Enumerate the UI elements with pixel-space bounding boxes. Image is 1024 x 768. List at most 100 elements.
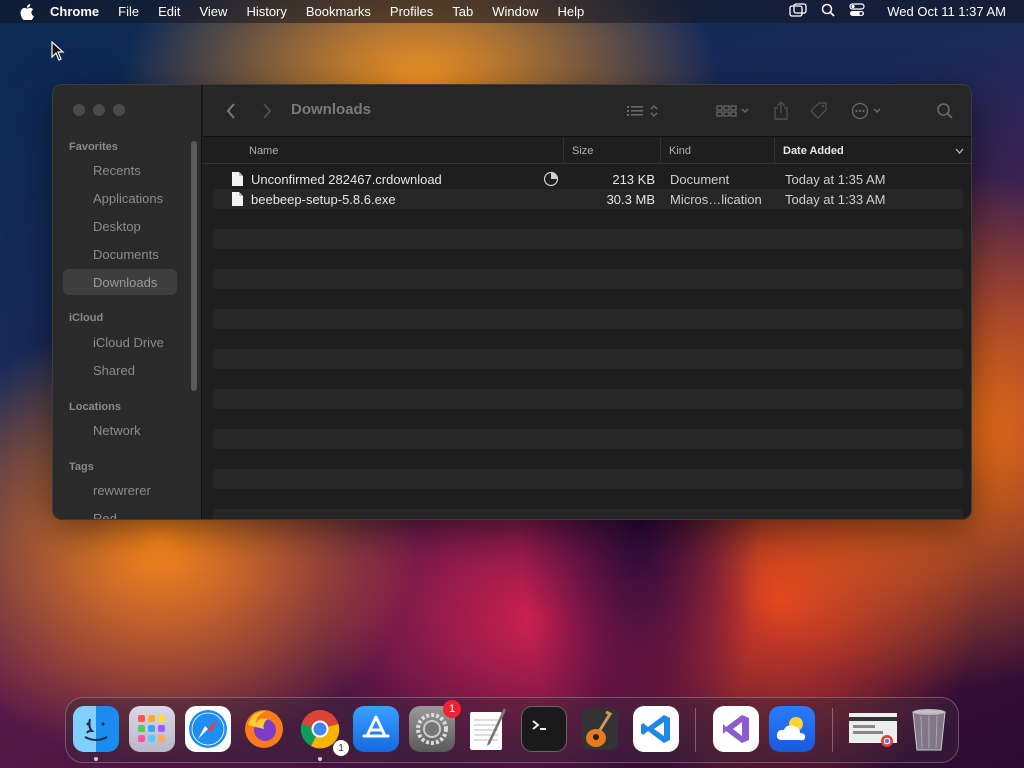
sidebar-item-recents[interactable]: Recents [63,157,177,183]
running-indicator [318,757,322,761]
document-icon [232,192,243,206]
menu-history[interactable]: History [246,4,286,19]
vscode-app-icon[interactable] [633,706,679,752]
grid-icon [716,105,749,117]
file-row[interactable]: Unconfirmed 282467.crdownload 213 KB Doc… [213,169,963,189]
window-title: Downloads [291,101,372,118]
menu-edit[interactable]: Edit [158,4,180,19]
chrome-downloads-stack-icon[interactable] [846,706,900,752]
column-header-name[interactable]: Name [241,138,561,164]
sidebar-item-network[interactable]: Network [63,417,177,443]
sidebar-item-icloud-drive[interactable]: iCloud Drive [63,329,177,355]
sidebar-section-tags: Tags [69,461,94,473]
file-kind: Micros…lication [670,191,762,207]
screen-mirroring-icon[interactable] [789,3,807,20]
garageband-app-icon[interactable] [577,706,623,752]
download-progress-icon [543,171,559,187]
chevron-right-icon [263,103,272,119]
file-size: 30.3 MB [606,191,655,207]
app-store-icon[interactable] [353,706,399,752]
firefox-app-icon[interactable] [241,706,287,752]
control-center-icon[interactable] [849,3,865,20]
dock-separator [695,708,696,752]
visual-studio-app-icon[interactable] [713,706,759,752]
notification-badge: 1 [443,700,461,718]
sidebar-item-applications[interactable]: Applications [63,185,177,211]
document-icon [232,172,243,186]
file-size: 213 KB [612,171,655,187]
sidebar-item-downloads[interactable]: Downloads [63,269,177,295]
file-name: Unconfirmed 282467.crdownload [251,171,442,187]
menu-tab[interactable]: Tab [452,4,473,19]
weather-app-icon[interactable] [769,706,815,752]
sidebar-item-shared[interactable]: Shared [63,357,177,383]
share-button[interactable] [770,99,792,123]
column-header-size[interactable]: Size [563,138,659,164]
column-header-date-added[interactable]: Date Added [774,138,971,164]
safari-app-icon[interactable] [185,706,231,752]
file-date-added: Today at 1:33 AM [785,191,886,207]
textedit-app-icon[interactable] [465,706,511,752]
sidebar-item-tag-rewwrerer[interactable]: rewwrerer [63,477,177,503]
sidebar-section-icloud: iCloud [69,312,104,324]
column-header-date-label: Date Added [783,145,844,157]
tag-icon [810,102,827,119]
close-window-button[interactable] [73,104,85,116]
sort-descending-icon [955,148,964,154]
sidebar-scrollbar[interactable] [191,141,197,391]
ellipsis-circle-icon [851,102,881,120]
column-header-row: Name Size Kind Date Added [203,138,971,164]
chevron-left-icon [226,103,235,119]
share-icon [774,101,788,120]
sidebar-item-tag-red[interactable]: Red [63,505,177,520]
file-row[interactable]: beebeep-setup-5.8.6.exe 30.3 MB Micros…l… [213,189,963,209]
system-settings-app-icon[interactable]: 1 [409,700,461,752]
dock: 1 1 [65,697,959,763]
finder-window: Favorites Recents Applications Desktop D… [52,84,972,520]
forward-button[interactable] [257,99,277,123]
back-button[interactable] [221,99,241,123]
zoom-window-button[interactable] [113,104,125,116]
file-date-added: Today at 1:35 AM [785,171,886,187]
sidebar-section-favorites: Favorites [69,141,118,153]
terminal-app-icon[interactable] [521,706,567,752]
file-name: beebeep-setup-5.8.6.exe [251,191,396,207]
finder-app-icon[interactable] [73,706,119,752]
trash-icon[interactable] [906,706,952,752]
menu-clock[interactable]: Wed Oct 11 1:37 AM [887,4,1006,19]
file-list: Unconfirmed 282467.crdownload 213 KB Doc… [213,169,963,209]
search-button[interactable] [933,99,957,123]
finder-toolbar: Downloads [203,85,971,137]
group-by-button[interactable] [713,99,753,123]
menu-view[interactable]: View [199,4,227,19]
window-controls [73,104,125,116]
chrome-download-badge: 1 [333,740,349,756]
menu-help[interactable]: Help [558,4,585,19]
list-view-button[interactable] [623,99,663,123]
menu-profiles[interactable]: Profiles [390,4,433,19]
more-actions-button[interactable] [848,99,888,123]
tags-button[interactable] [807,99,831,123]
search-icon [937,103,953,119]
apple-menu-icon[interactable] [20,3,34,20]
finder-sidebar: Favorites Recents Applications Desktop D… [53,85,202,520]
chrome-app-icon[interactable]: 1 [297,706,349,756]
menu-window[interactable]: Window [492,4,538,19]
list-view-icon [627,105,658,117]
dock-separator [832,708,833,752]
sidebar-section-locations: Locations [69,401,121,413]
launchpad-app-icon[interactable] [129,706,175,752]
empty-list-rows [213,209,963,519]
spotlight-search-icon[interactable] [821,3,835,20]
column-header-kind[interactable]: Kind [660,138,774,164]
menu-bookmarks[interactable]: Bookmarks [306,4,371,19]
menu-file[interactable]: File [118,4,139,19]
file-kind: Document [670,171,730,187]
sidebar-item-desktop[interactable]: Desktop [63,213,177,239]
menu-bar: Chrome File Edit View History Bookmarks … [0,0,1024,23]
running-indicator [94,757,98,761]
sidebar-item-documents[interactable]: Documents [63,241,177,267]
mouse-pointer-icon [51,41,65,61]
menu-app-name[interactable]: Chrome [50,4,99,19]
minimize-window-button[interactable] [93,104,105,116]
